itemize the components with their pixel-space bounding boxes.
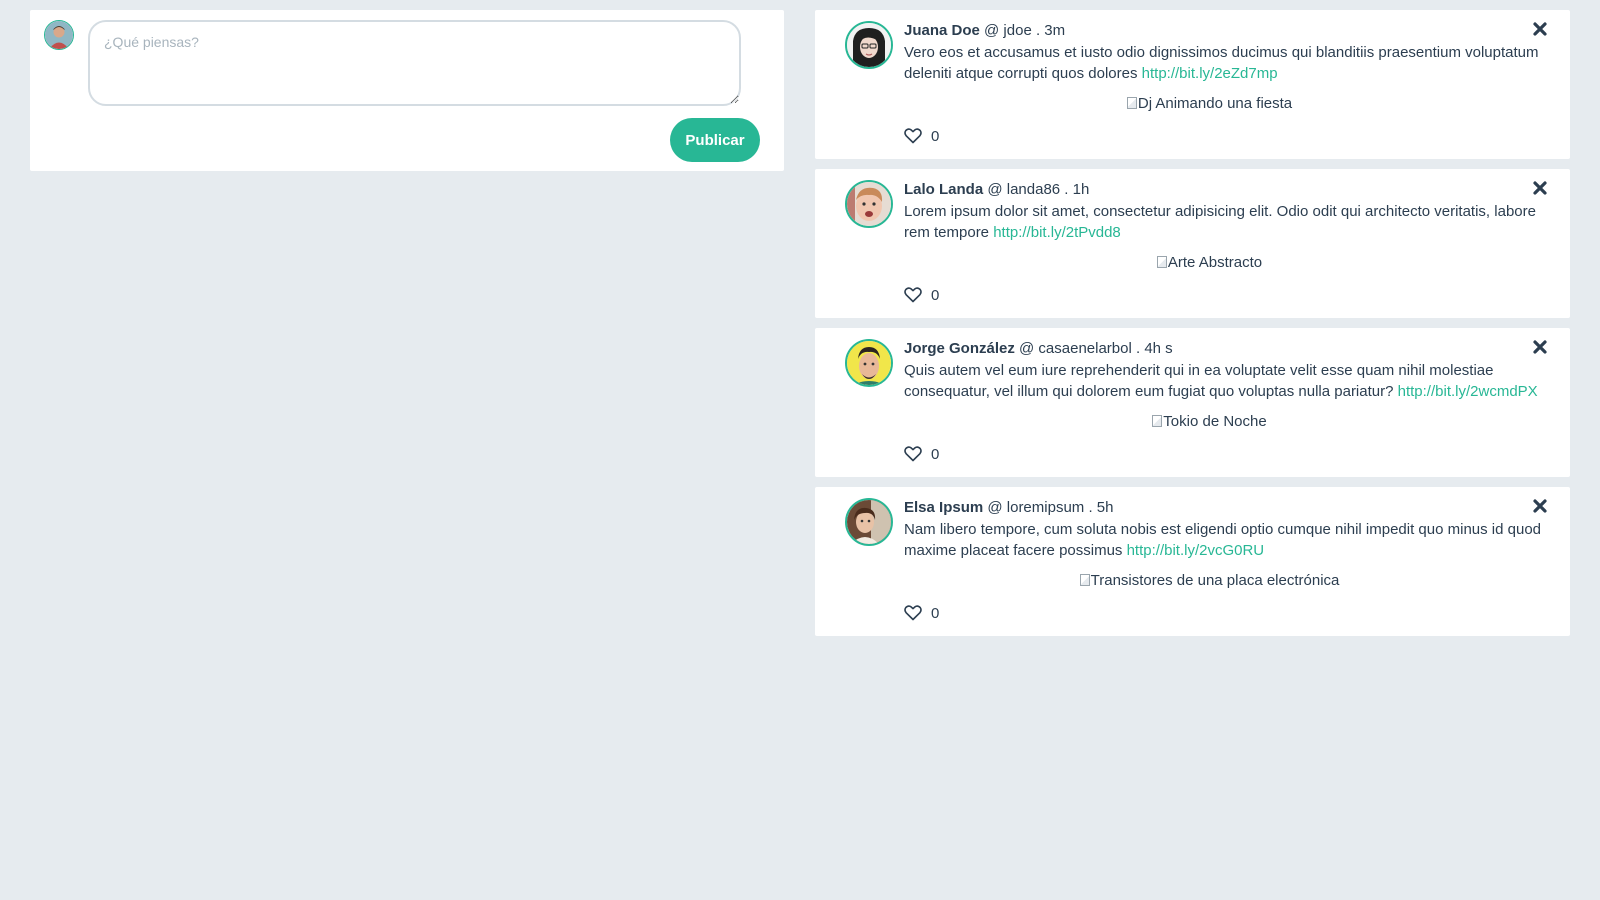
like-button[interactable]: 0	[904, 601, 939, 624]
post-image-alt: Transistores de una placa electrónica	[1090, 572, 1340, 589]
like-button[interactable]: 0	[904, 442, 939, 465]
author-avatar-icon[interactable]	[845, 21, 893, 69]
post-card: Juana Doe @ jdoe . 3m Vero eos et accusa…	[815, 10, 1570, 159]
user-avatar-icon	[44, 20, 74, 50]
author-name[interactable]: Elsa Ipsum	[904, 499, 983, 516]
post-image: Arte Abstracto	[815, 253, 1570, 273]
broken-image-icon	[1126, 97, 1137, 109]
author-name[interactable]: Juana Doe	[904, 22, 980, 39]
author-handle-time: @ loremipsum . 5h	[983, 499, 1114, 516]
compose-card: Publicar	[30, 10, 784, 171]
close-icon[interactable]	[1532, 339, 1548, 355]
author-handle-time: @ jdoe . 3m	[979, 22, 1066, 39]
heart-icon	[904, 604, 922, 620]
post-header: Lalo Landa @ landa86 . 1h	[904, 180, 1089, 200]
post-image-alt: Dj Animando una fiesta	[1137, 95, 1293, 112]
author-name[interactable]: Jorge González	[904, 340, 1015, 357]
post-link[interactable]: http://bit.ly/2vcG0RU	[1127, 542, 1265, 559]
author-avatar-icon[interactable]	[845, 498, 893, 546]
post-image: Dj Animando una fiesta	[815, 94, 1570, 114]
post-card: Jorge González @ casaenelarbol . 4h s Qu…	[815, 328, 1570, 477]
post-card: Elsa Ipsum @ loremipsum . 5h Nam libero …	[815, 487, 1570, 636]
close-icon[interactable]	[1532, 180, 1548, 196]
post-link[interactable]: http://bit.ly/2wcmdPX	[1398, 383, 1538, 400]
post-header: Elsa Ipsum @ loremipsum . 5h	[904, 498, 1113, 518]
broken-image-icon	[1079, 574, 1090, 586]
post-card: Lalo Landa @ landa86 . 1h Lorem ipsum do…	[815, 169, 1570, 318]
like-count: 0	[931, 605, 940, 622]
post-image-alt: Arte Abstracto	[1167, 254, 1263, 271]
post-image: Tokio de Noche	[815, 412, 1570, 432]
like-count: 0	[931, 287, 940, 304]
close-icon[interactable]	[1532, 498, 1548, 514]
like-button[interactable]: 0	[904, 124, 939, 147]
post-feed: Juana Doe @ jdoe . 3m Vero eos et accusa…	[815, 10, 1570, 646]
author-handle-time: @ landa86 . 1h	[983, 181, 1090, 198]
post-text: Vero eos et accusamus et iusto odio dign…	[904, 42, 1559, 84]
post-header: Juana Doe @ jdoe . 3m	[904, 21, 1065, 41]
broken-image-icon	[1156, 256, 1167, 268]
post-text: Quis autem vel eum iure reprehenderit qu…	[904, 360, 1559, 402]
post-image: Transistores de una placa electrónica	[815, 571, 1570, 591]
heart-icon	[904, 286, 922, 302]
broken-image-icon	[1152, 415, 1163, 427]
compose-input[interactable]	[88, 20, 741, 106]
post-link[interactable]: http://bit.ly/2tPvdd8	[993, 224, 1121, 241]
post-link[interactable]: http://bit.ly/2eZd7mp	[1142, 65, 1278, 82]
like-count: 0	[931, 446, 940, 463]
post-text: Lorem ipsum dolor sit amet, consectetur …	[904, 201, 1559, 243]
like-button[interactable]: 0	[904, 283, 939, 306]
post-header: Jorge González @ casaenelarbol . 4h s	[904, 339, 1173, 359]
author-avatar-icon[interactable]	[845, 339, 893, 387]
author-name[interactable]: Lalo Landa	[904, 181, 983, 198]
publish-button[interactable]: Publicar	[670, 118, 760, 162]
author-handle-time: @ casaenelarbol . 4h s	[1014, 340, 1173, 357]
like-count: 0	[931, 128, 940, 145]
heart-icon	[904, 445, 922, 461]
heart-icon	[904, 127, 922, 143]
post-text: Nam libero tempore, cum soluta nobis est…	[904, 519, 1559, 561]
author-avatar-icon[interactable]	[845, 180, 893, 228]
close-icon[interactable]	[1532, 21, 1548, 37]
post-image-alt: Tokio de Noche	[1163, 413, 1267, 430]
